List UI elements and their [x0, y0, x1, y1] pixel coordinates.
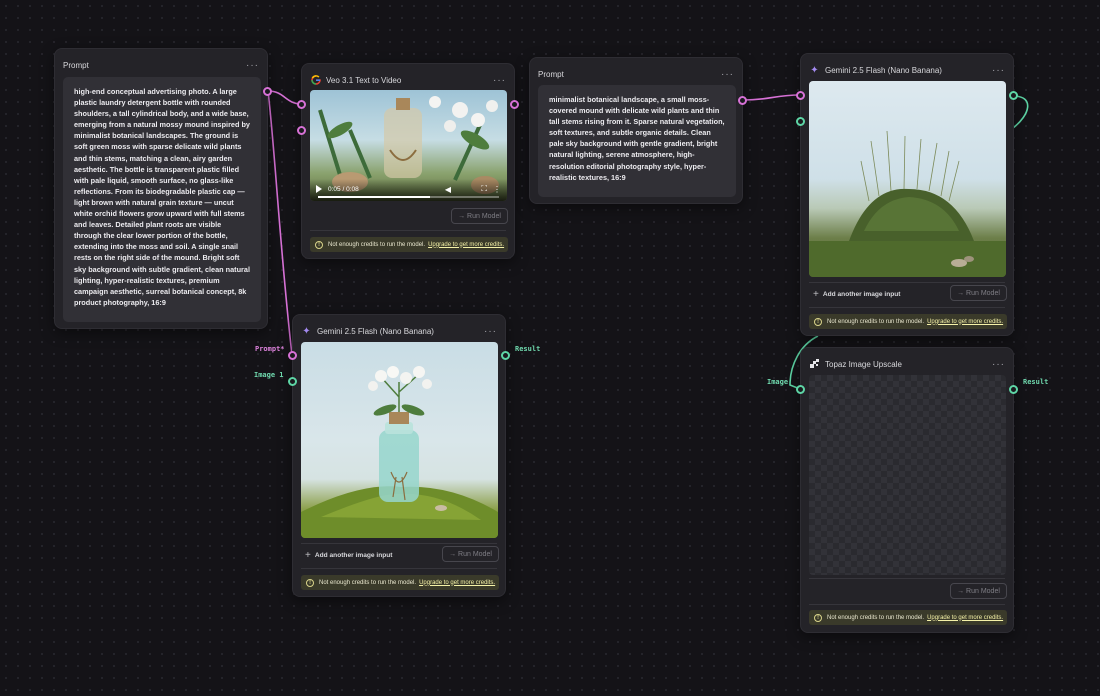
- node-header: ✦ Gemini 2.5 Flash (Nano Banana) ···: [809, 62, 1005, 78]
- generated-image[interactable]: [301, 342, 498, 538]
- credits-warning: ! Not enough credits to run the model. U…: [301, 575, 499, 590]
- gemini-mid-prompt-port[interactable]: [288, 351, 297, 360]
- divider: [809, 604, 1005, 605]
- gemini-node-top[interactable]: ✦ Gemini 2.5 Flash (Nano Banana) ··· + A…: [800, 53, 1014, 336]
- veo-output-port[interactable]: [510, 100, 519, 109]
- video-time: 0:05 / 0:08: [328, 186, 359, 193]
- gemini-node-middle[interactable]: ✦ Gemini 2.5 Flash (Nano Banana) ··· + A…: [292, 314, 506, 597]
- divider: [809, 307, 1005, 308]
- video-progress-track[interactable]: [318, 196, 499, 198]
- video-player[interactable]: 0:05 / 0:08 ◀ ⛶ ⋮: [310, 90, 507, 201]
- add-image-input-button[interactable]: + Add another image input: [813, 289, 901, 300]
- add-image-input-label: Add another image input: [822, 291, 901, 298]
- video-controls: 0:05 / 0:08 ◀ ⛶ ⋮: [310, 179, 507, 201]
- google-icon: [310, 75, 321, 86]
- more-options-icon[interactable]: ···: [992, 359, 1005, 370]
- add-image-input-button[interactable]: + Add another image input: [305, 550, 393, 561]
- prompt2-output-port[interactable]: [738, 96, 747, 105]
- sparkle-icon: ✦: [302, 325, 311, 337]
- upgrade-link[interactable]: Upgrade to get more credits.: [927, 615, 1003, 621]
- run-model-button[interactable]: → Run Model: [451, 208, 508, 224]
- gemini-top-image-port[interactable]: [796, 117, 805, 126]
- credits-text: Not enough credits to run the model.: [328, 241, 426, 248]
- topaz-image-port[interactable]: [796, 385, 805, 394]
- credits-text: Not enough credits to run the model.: [827, 318, 925, 325]
- plus-icon: +: [305, 550, 311, 561]
- divider: [809, 578, 1005, 579]
- wire-gemini-top-result: [1012, 95, 1029, 129]
- wire-prompt2-to-gemini-top: [742, 94, 801, 101]
- more-options-icon[interactable]: ···: [246, 60, 259, 71]
- warning-icon: !: [814, 613, 822, 622]
- warning-icon: !: [315, 240, 323, 249]
- divider: [301, 568, 497, 569]
- sparkle-icon: ✦: [810, 64, 819, 76]
- port-label-image: Image: [767, 378, 789, 386]
- upscale-output-placeholder: [809, 375, 1006, 575]
- node-header: Veo 3.1 Text to Video ···: [310, 72, 506, 88]
- plus-icon: +: [813, 289, 819, 300]
- prompt-text[interactable]: high-end conceptual advertising photo. A…: [63, 77, 261, 322]
- more-options-icon[interactable]: ···: [484, 326, 497, 337]
- run-model-button[interactable]: → Run Model: [950, 583, 1007, 599]
- upgrade-link[interactable]: Upgrade to get more credits.: [927, 319, 1003, 325]
- credits-warning: ! Not enough credits to run the model. U…: [809, 314, 1007, 329]
- fullscreen-icon[interactable]: ⛶: [481, 184, 487, 194]
- run-model-button[interactable]: → Run Model: [442, 546, 499, 562]
- video-progress-fill: [318, 196, 431, 198]
- play-icon[interactable]: [316, 185, 322, 193]
- prompt-node[interactable]: Prompt ··· high-end conceptual advertisi…: [54, 48, 268, 329]
- gemini-top-result-port[interactable]: [1009, 91, 1018, 100]
- topaz-icon: [809, 359, 820, 370]
- warning-icon: !: [306, 578, 314, 587]
- node-title: Gemini 2.5 Flash (Nano Banana): [825, 65, 942, 75]
- divider: [809, 282, 1005, 283]
- node-header: Prompt ···: [63, 57, 259, 73]
- add-image-input-label: Add another image input: [314, 552, 393, 559]
- gemini-mid-image-port[interactable]: [288, 377, 297, 386]
- node-header: ✦ Gemini 2.5 Flash (Nano Banana) ···: [301, 323, 497, 339]
- credits-warning: ! Not enough credits to run the model. U…: [310, 237, 508, 252]
- node-title: Gemini 2.5 Flash (Nano Banana): [317, 326, 434, 336]
- topaz-upscale-node[interactable]: Topaz Image Upscale ··· → Run Model ! No…: [800, 347, 1014, 633]
- port-label-result: Result: [1023, 378, 1049, 386]
- warning-icon: !: [814, 317, 822, 326]
- prompt-text[interactable]: minimalist botanical landscape, a small …: [538, 85, 736, 197]
- credits-text: Not enough credits to run the model.: [319, 579, 417, 586]
- veo-prompt-input-port[interactable]: [297, 100, 306, 109]
- topaz-result-port[interactable]: [1009, 385, 1018, 394]
- upgrade-link[interactable]: Upgrade to get more credits.: [419, 580, 495, 586]
- prompt-output-port[interactable]: [263, 87, 272, 96]
- gemini-mid-result-port[interactable]: [501, 351, 510, 360]
- node-title: Prompt: [538, 69, 564, 79]
- gemini-top-prompt-port[interactable]: [796, 91, 805, 100]
- node-header: Prompt ···: [538, 66, 734, 82]
- port-label-prompt: Prompt*: [255, 345, 285, 353]
- volume-icon[interactable]: ◀: [445, 185, 451, 194]
- prompt-node-2[interactable]: Prompt ··· minimalist botanical landscap…: [529, 57, 743, 204]
- wire-prompt-to-gemini: [267, 90, 293, 356]
- port-label-result: Result: [515, 345, 541, 353]
- more-options-icon[interactable]: ···: [992, 65, 1005, 76]
- bottle-orchid-image: [301, 366, 498, 538]
- veo-image-input-port[interactable]: [297, 126, 306, 135]
- credits-warning: ! Not enough credits to run the model. U…: [809, 610, 1007, 625]
- node-title: Veo 3.1 Text to Video: [326, 75, 402, 85]
- run-model-button[interactable]: → Run Model: [950, 285, 1007, 301]
- node-title: Prompt: [63, 60, 89, 70]
- credits-text: Not enough credits to run the model.: [827, 614, 925, 621]
- divider: [301, 543, 497, 544]
- more-options-icon[interactable]: ···: [493, 75, 506, 86]
- generated-image[interactable]: [809, 81, 1006, 277]
- divider: [310, 230, 506, 231]
- node-title: Topaz Image Upscale: [825, 359, 902, 369]
- upgrade-link[interactable]: Upgrade to get more credits.: [428, 242, 504, 248]
- moss-mound-image: [809, 130, 1006, 277]
- veo-video-node[interactable]: Veo 3.1 Text to Video ··· 0:05 / 0:08 ◀ …: [301, 63, 515, 259]
- node-header: Topaz Image Upscale ···: [809, 356, 1005, 372]
- more-options-icon[interactable]: ···: [721, 69, 734, 80]
- more-vertical-icon[interactable]: ⋮: [493, 185, 501, 194]
- port-label-image: Image 1: [254, 371, 284, 379]
